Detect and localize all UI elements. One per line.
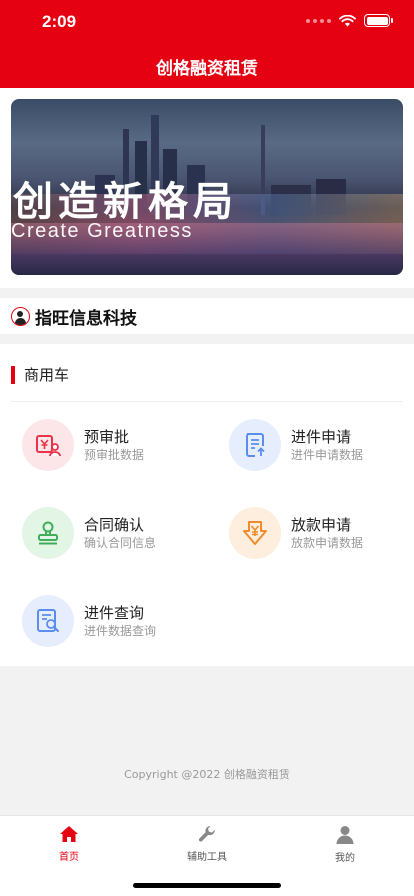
tab-profile[interactable]: 我的 — [276, 825, 414, 864]
section-accent-bar — [11, 365, 15, 384]
tab-label: 我的 — [335, 853, 355, 864]
status-time: 2:09 — [42, 12, 77, 31]
menu-item-title: 放款申请 — [291, 516, 352, 534]
person-icon — [336, 826, 354, 844]
tab-label: 辅助工具 — [187, 852, 227, 863]
stamp-icon — [22, 507, 74, 559]
menu-item-application-query[interactable]: 进件查询 进件数据查询 — [22, 595, 156, 647]
company-row[interactable]: 指旺信息科技 — [0, 298, 414, 334]
yuan-download-icon — [229, 507, 281, 559]
section-title: 商用车 — [24, 366, 70, 384]
menu-item-subtitle: 确认合同信息 — [84, 536, 157, 550]
wrench-icon — [198, 825, 215, 842]
status-bar: 2:09 — [0, 0, 414, 44]
document-search-icon — [22, 595, 74, 647]
tab-home[interactable]: 首页 — [0, 825, 138, 863]
tab-bar: 首页 辅助工具 我的 — [0, 815, 414, 896]
menu-item-subtitle: 预审批数据 — [84, 448, 145, 462]
user-circle-icon — [11, 306, 30, 326]
section-header: 商用车 — [11, 364, 69, 385]
menu-item-loan-request[interactable]: 放款申请 放款申请数据 — [229, 507, 363, 559]
document-upload-icon — [229, 419, 281, 471]
tab-tools[interactable]: 辅助工具 — [138, 825, 276, 863]
commercial-vehicle-section: 商用车 预审批 预审批数据 进件申请 进件申请数据 合同确认 确认合同信息 放款… — [0, 344, 414, 666]
banner-title: 创造新格局 — [13, 179, 238, 225]
menu-item-title: 进件申请 — [291, 428, 352, 446]
menu-item-subtitle: 进件数据查询 — [84, 624, 157, 638]
menu-item-contract-confirm[interactable]: 合同确认 确认合同信息 — [22, 507, 156, 559]
wifi-icon — [339, 14, 356, 26]
yuan-person-icon — [22, 419, 74, 471]
cellular-signal-icon — [306, 18, 331, 23]
section-divider — [11, 401, 403, 402]
status-icons — [306, 14, 393, 27]
banner-container: 创造新格局 Create Greatness — [0, 88, 414, 288]
home-icon — [60, 826, 78, 842]
menu-item-application[interactable]: 进件申请 进件申请数据 — [229, 419, 363, 471]
tab-label: 首页 — [59, 852, 79, 863]
menu-item-title: 进件查询 — [84, 604, 145, 622]
home-indicator[interactable] — [133, 883, 281, 888]
menu-item-subtitle: 进件申请数据 — [291, 448, 364, 462]
menu-item-subtitle: 放款申请数据 — [291, 536, 364, 550]
page-title: 创格融资租赁 — [156, 58, 258, 79]
banner-subtitle: Create Greatness — [11, 220, 193, 242]
battery-icon — [364, 14, 393, 27]
company-name: 指旺信息科技 — [35, 308, 137, 329]
copyright-text: Copyright @2022 创格融资租赁 — [124, 768, 290, 781]
menu-item-title: 合同确认 — [84, 516, 145, 534]
nav-bar: 创格融资租赁 — [0, 44, 414, 88]
banner-image[interactable]: 创造新格局 Create Greatness — [11, 99, 403, 275]
menu-item-pre-approval[interactable]: 预审批 预审批数据 — [22, 419, 144, 471]
menu-item-title: 预审批 — [84, 428, 130, 446]
